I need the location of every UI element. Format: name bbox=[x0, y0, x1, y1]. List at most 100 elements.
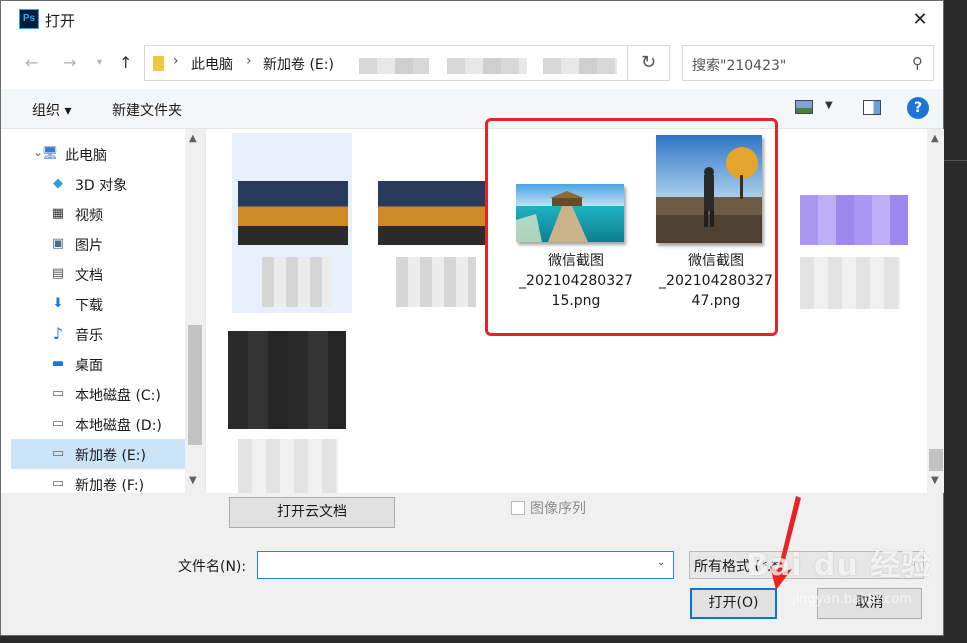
refresh-button[interactable]: ↻ bbox=[628, 45, 670, 81]
redacted-filename bbox=[238, 439, 338, 493]
up-arrow-icon[interactable]: ↑ bbox=[119, 53, 132, 72]
file-tile-redacted[interactable] bbox=[232, 133, 352, 313]
image-sequence-checkbox[interactable] bbox=[511, 501, 525, 515]
download-icon: ⬇ bbox=[52, 296, 64, 311]
refresh-icon: ↻ bbox=[640, 52, 657, 73]
watermark-logo: Bai du 经验 bbox=[746, 548, 933, 583]
nav-item-drive-f[interactable]: ▭ 新加卷 (F:) bbox=[11, 469, 185, 493]
search-icon: ⚲ bbox=[912, 54, 923, 72]
filename-history-dropdown-icon[interactable]: ⌄ bbox=[657, 557, 665, 568]
close-button[interactable]: ✕ bbox=[897, 1, 943, 39]
nav-item-downloads[interactable]: ⬇ 下载 bbox=[11, 289, 185, 319]
photoshop-icon: Ps bbox=[19, 9, 39, 29]
breadcrumb-separator-icon: › bbox=[246, 53, 252, 69]
nav-item-this-pc[interactable]: ⌄ 🖥 此电脑 bbox=[11, 139, 185, 169]
address-row: ← → ▾ ↑ › 此电脑 › 新加卷 (E:) ↻ 搜索"210423" ⚲ bbox=[1, 39, 943, 89]
nav-item-drive-d[interactable]: ▭ 本地磁盘 (D:) bbox=[11, 409, 185, 439]
open-button[interactable]: 打开(O) bbox=[690, 588, 777, 619]
nav-item-pictures[interactable]: ▣ 图片 bbox=[11, 229, 185, 259]
redacted-filename bbox=[262, 257, 332, 307]
desktop-icon: ▬ bbox=[51, 356, 65, 371]
back-arrow-icon[interactable]: ← bbox=[25, 53, 38, 72]
title-bar: Ps 打开 ✕ bbox=[1, 1, 943, 39]
pictures-icon: ▣ bbox=[51, 236, 65, 251]
open-cloud-document-button[interactable]: 打开云文档 bbox=[229, 497, 395, 528]
nav-item-documents[interactable]: ▤ 文档 bbox=[11, 259, 185, 289]
file-list-scrollbar[interactable]: ▲ ▼ bbox=[927, 129, 945, 493]
nav-label: 本地磁盘 (C:) bbox=[75, 388, 161, 404]
nav-item-drive-c[interactable]: ▭ 本地磁盘 (C:) bbox=[11, 379, 185, 409]
breadcrumb-drive-e[interactable]: 新加卷 (E:) bbox=[263, 54, 334, 74]
nav-item-video[interactable]: ▦ 视频 bbox=[11, 199, 185, 229]
nav-label: 本地磁盘 (D:) bbox=[75, 418, 162, 434]
redacted-filename bbox=[396, 257, 476, 307]
nav-label: 桌面 bbox=[75, 358, 103, 374]
address-bar[interactable]: › 此电脑 › 新加卷 (E:) bbox=[144, 45, 628, 81]
nav-label: 音乐 bbox=[75, 328, 103, 344]
drive-e-icon: ▭ bbox=[51, 446, 65, 461]
nav-label: 下载 bbox=[75, 298, 103, 314]
view-dropdown-icon[interactable]: ▼ bbox=[825, 100, 833, 111]
nav-label: 此电脑 bbox=[65, 148, 107, 164]
navigation-pane: ⌄ 🖥 此电脑 ◆ 3D 对象 ▦ 视频 ▣ 图片 ▤ 文档 ⬇ 下载 ♪ 音乐 bbox=[1, 129, 205, 493]
nav-item-music[interactable]: ♪ 音乐 bbox=[11, 319, 185, 349]
file-tile-redacted[interactable] bbox=[376, 133, 496, 313]
drive-f-icon: ▭ bbox=[51, 476, 65, 491]
nav-scrollbar[interactable]: ▲ ▼ bbox=[185, 129, 205, 493]
redacted-thumbnail bbox=[378, 181, 488, 245]
search-placeholder: 搜索"210423" bbox=[692, 58, 787, 74]
video-icon: ▦ bbox=[51, 206, 65, 221]
organize-menu[interactable]: 组织 ▾ bbox=[32, 100, 71, 120]
background-divider bbox=[944, 160, 967, 161]
image-sequence-label: 图像序列 bbox=[530, 501, 586, 517]
redacted-path bbox=[543, 58, 617, 74]
redacted-filename bbox=[800, 257, 900, 309]
nav-label: 新加卷 (E:) bbox=[75, 448, 146, 464]
background-window bbox=[944, 0, 967, 643]
file-scroll-thumb[interactable] bbox=[929, 449, 943, 471]
file-tile-redacted[interactable] bbox=[226, 329, 356, 493]
nav-label: 图片 bbox=[75, 238, 103, 254]
nav-item-desktop[interactable]: ▬ 桌面 bbox=[11, 349, 185, 379]
folder-icon bbox=[153, 56, 164, 71]
nav-scroll-thumb[interactable] bbox=[188, 325, 202, 445]
recent-chevron-icon[interactable]: ▾ bbox=[97, 57, 102, 68]
breadcrumb-this-pc[interactable]: 此电脑 bbox=[191, 54, 233, 74]
preview-pane-icon[interactable] bbox=[863, 100, 881, 115]
scroll-down-icon[interactable]: ▼ bbox=[189, 475, 197, 486]
scroll-down-icon[interactable]: ▼ bbox=[931, 475, 939, 486]
computer-icon: 🖥 bbox=[41, 146, 59, 161]
view-mode-icon[interactable] bbox=[795, 100, 813, 114]
breadcrumb-separator-icon: › bbox=[173, 53, 179, 69]
scroll-up-icon[interactable]: ▲ bbox=[189, 133, 197, 144]
nav-label: 视频 bbox=[75, 208, 103, 224]
music-icon: ♪ bbox=[52, 324, 64, 343]
nav-item-3d-objects[interactable]: ◆ 3D 对象 bbox=[11, 169, 185, 199]
window-title: 打开 bbox=[45, 12, 76, 30]
command-bar: 组织 ▾ 新建文件夹 ▼ ? bbox=[1, 89, 943, 129]
close-icon: ✕ bbox=[912, 9, 928, 30]
filename-input[interactable] bbox=[257, 551, 674, 579]
file-tile-redacted[interactable] bbox=[788, 133, 927, 313]
nav-label: 新加卷 (F:) bbox=[75, 478, 145, 493]
nav-label: 文档 bbox=[75, 268, 103, 284]
redacted-thumbnail bbox=[228, 331, 346, 429]
redacted-thumbnail bbox=[800, 195, 908, 245]
watermark-url: jingyan.baidu.com bbox=[792, 592, 912, 607]
drive-d-icon: ▭ bbox=[51, 416, 65, 431]
forward-arrow-icon[interactable]: → bbox=[63, 53, 76, 72]
new-folder-button[interactable]: 新建文件夹 bbox=[112, 100, 182, 120]
redacted-thumbnail bbox=[238, 181, 348, 245]
drive-c-icon: ▭ bbox=[51, 386, 65, 401]
documents-icon: ▤ bbox=[51, 266, 65, 281]
3d-objects-icon: ◆ bbox=[53, 176, 63, 191]
nav-label: 3D 对象 bbox=[75, 178, 128, 194]
search-input[interactable]: 搜索"210423" ⚲ bbox=[682, 45, 934, 81]
help-icon[interactable]: ? bbox=[907, 97, 929, 119]
redacted-path bbox=[447, 58, 527, 74]
redacted-path bbox=[359, 58, 429, 74]
filename-label: 文件名(N): bbox=[178, 559, 247, 575]
highlight-annotation bbox=[485, 118, 778, 336]
scroll-up-icon[interactable]: ▲ bbox=[931, 133, 939, 144]
nav-item-drive-e[interactable]: ▭ 新加卷 (E:) bbox=[11, 439, 185, 469]
